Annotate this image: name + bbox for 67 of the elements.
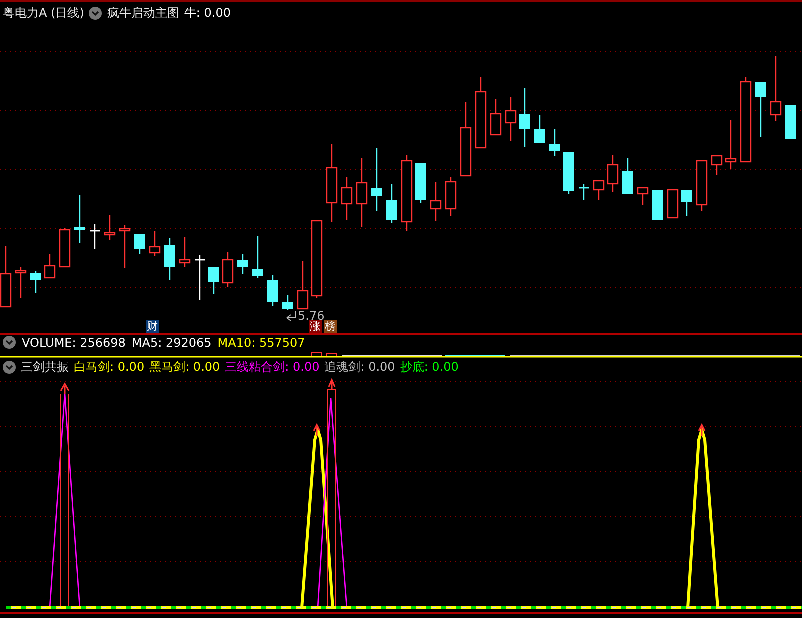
candlestick — [564, 152, 574, 194]
candlestick — [59, 228, 71, 268]
candlestick — [505, 97, 517, 141]
candlestick — [104, 215, 116, 240]
candlestick — [372, 148, 382, 211]
candlestick — [445, 177, 457, 216]
signal-reading: 追魂剑: 0.00 — [324, 359, 396, 376]
candlestick — [282, 295, 294, 310]
volume-reading: VOLUME: 256698 — [22, 336, 126, 350]
candlestick — [386, 184, 398, 223]
candlestick — [119, 225, 131, 268]
candlestick — [682, 190, 692, 216]
chevron-down-icon[interactable] — [3, 361, 16, 374]
candlestick — [637, 187, 649, 205]
candlestick — [652, 190, 664, 220]
candlestick — [622, 158, 634, 194]
candlestick — [520, 88, 530, 147]
signal-reading: 黑马剑: 0.00 — [150, 359, 220, 376]
stock-title: 粤电力A (日线) — [3, 4, 84, 22]
signal-reading: 三线粘合剑: 0.00 — [225, 359, 320, 376]
candlestick — [238, 254, 248, 274]
candlestick — [416, 163, 426, 203]
candlestick — [786, 105, 796, 139]
signal-reading: 白马剑: 0.00 — [74, 359, 145, 376]
candlestick — [134, 234, 146, 254]
candlestick — [696, 160, 708, 211]
candlestick — [252, 236, 264, 278]
indicator-reading: 牛: 0.00 — [184, 4, 231, 22]
arrow-left-icon — [286, 310, 296, 322]
candlestick — [179, 237, 191, 267]
chart-badge[interactable]: 榜 — [324, 320, 337, 333]
indicator-name: 疯牛启动主图 — [107, 4, 180, 22]
volume-reading: MA5: 292065 — [132, 336, 212, 350]
candlestick — [15, 267, 27, 298]
chevron-down-icon[interactable] — [3, 336, 16, 349]
candlestick — [149, 231, 161, 256]
volume-reading: MA10: 557507 — [218, 336, 306, 350]
signal-reading: 抄底: 0.00 — [400, 359, 459, 376]
candlestick — [222, 252, 234, 287]
chart-badge[interactable]: 财 — [146, 320, 159, 333]
candlestick — [341, 177, 353, 220]
candlestick — [297, 261, 309, 310]
candlestick — [770, 56, 782, 121]
candlestick — [195, 255, 205, 300]
candlestick — [607, 155, 619, 192]
candlestick — [756, 82, 766, 137]
candlestick — [490, 99, 502, 136]
candlestick — [356, 158, 368, 227]
candlestick — [550, 129, 560, 156]
candlestick — [711, 155, 723, 175]
candlestick — [534, 115, 546, 143]
candlestick — [475, 77, 487, 149]
candlestick — [74, 195, 86, 243]
candlestick — [208, 267, 220, 294]
candlestick — [30, 271, 42, 293]
candlestick — [90, 224, 100, 249]
candlestick — [44, 254, 56, 279]
candlestick — [667, 189, 679, 219]
candlestick — [268, 275, 278, 306]
chevron-down-icon[interactable] — [89, 6, 102, 20]
chart-badge[interactable]: 涨 — [309, 320, 322, 333]
candlestick — [579, 184, 589, 200]
indicator-name: 三剑共振 — [21, 359, 69, 376]
candlestick — [725, 120, 737, 169]
candlestick — [430, 182, 442, 221]
candlestick — [593, 180, 605, 200]
candlestick — [164, 238, 176, 280]
